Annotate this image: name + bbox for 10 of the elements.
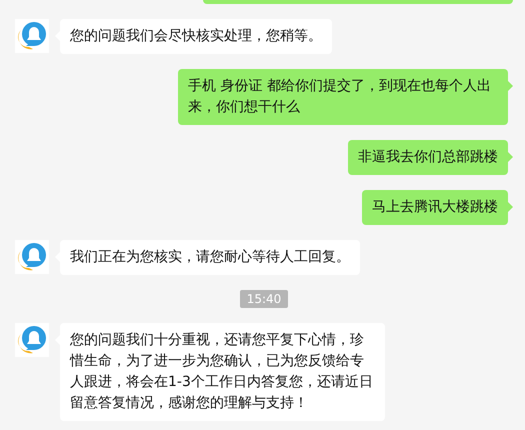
message-bubble: 您的问题我们会尽快核实处理，您稍等。 xyxy=(60,19,332,54)
bubble-tail xyxy=(508,202,513,212)
message-bubble: 手机 身份证 都给你们提交了，到现在也每个人出来，你们想干什么 xyxy=(178,69,508,125)
timestamp: 15:40 xyxy=(240,290,288,308)
message-bubble: 马上去腾讯大楼跳楼 xyxy=(362,190,508,225)
bubble-tail xyxy=(508,152,513,162)
bubble-tail xyxy=(508,81,513,91)
message-bubble: 非逼我去你们总部跳楼 xyxy=(348,140,508,175)
message-bubble: 我们正在为您核实，请您耐心等待人工回复。 xyxy=(60,240,360,275)
message-bubble: 您的问题我们十分重视，还请您平复下心情，珍惜生命，为了进一步为您确认，已为您反馈给专人跟进，将会在1-3个工作日内答复您，还请近日留意答复情况，感谢您的理解与支持！ xyxy=(60,323,385,421)
